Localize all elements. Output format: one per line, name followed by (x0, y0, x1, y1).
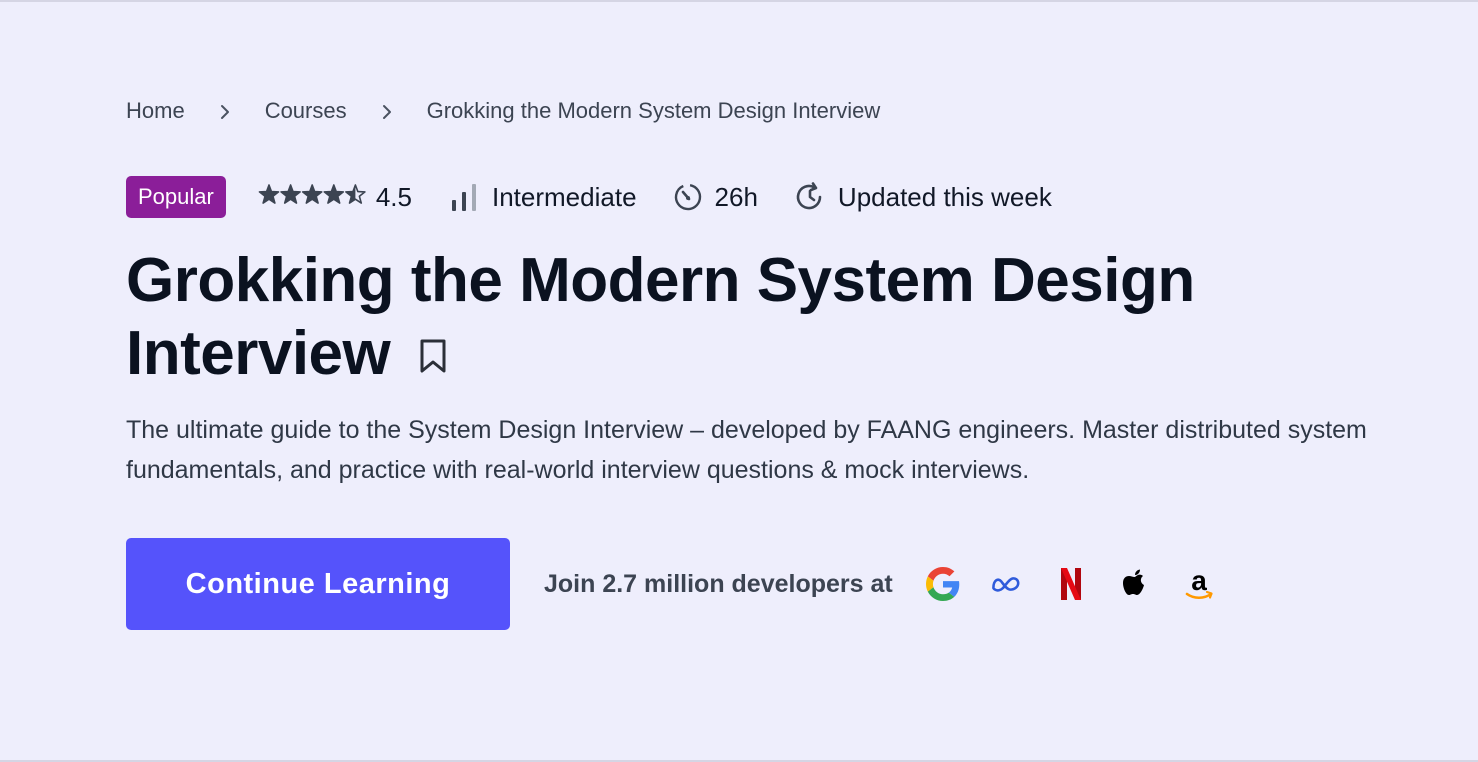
breadcrumb-courses[interactable]: Courses (265, 98, 347, 124)
rating: 4.5 (258, 182, 412, 213)
bookmark-icon[interactable] (418, 317, 448, 390)
timer-icon (674, 183, 701, 211)
breadcrumb: Home Courses Grokking the Modern System … (126, 98, 880, 124)
popular-badge: Popular (126, 176, 226, 218)
star-fill (302, 184, 322, 203)
continue-learning-button[interactable]: Continue Learning (126, 538, 510, 630)
course-title-text: Grokking the Modern System Design Interv… (126, 246, 1195, 388)
social-proof: Join 2.7 million developers at a (544, 562, 1231, 606)
course-title: Grokking the Modern System Design Interv… (126, 244, 1306, 394)
bar-chart-icon (452, 184, 476, 211)
level-label: Intermediate (492, 181, 637, 212)
star-fill (280, 184, 300, 203)
google-logo-icon (911, 562, 975, 606)
amazon-logo-icon: a (1167, 562, 1231, 606)
difficulty-level: Intermediate (450, 182, 637, 213)
updated-label: Updated this week (837, 181, 1052, 212)
chevron-right-icon (185, 98, 265, 124)
star-rating-icon (258, 182, 366, 213)
meta-logo-icon (975, 562, 1039, 606)
rating-value: 4.5 (375, 181, 412, 212)
course-meta: Popular 4.5 Intermediate 26h Updated thi… (126, 176, 1052, 218)
apple-logo-icon (1103, 562, 1167, 606)
svg-text:a: a (1191, 566, 1207, 596)
join-text: Join 2.7 million developers at (544, 569, 893, 598)
star-fill (324, 184, 344, 203)
breadcrumb-home[interactable]: Home (126, 98, 185, 124)
refresh-clock-icon (796, 182, 822, 210)
duration-label: 26h (714, 181, 758, 212)
course-description: The ultimate guide to the System Design … (126, 416, 1367, 484)
breadcrumb-current: Grokking the Modern System Design Interv… (426, 98, 881, 123)
chevron-right-icon (347, 98, 427, 124)
netflix-logo-icon (1039, 562, 1103, 606)
update-status: Updated this week (794, 181, 1052, 213)
star-fill (259, 184, 279, 203)
course-duration: 26h (673, 182, 758, 213)
